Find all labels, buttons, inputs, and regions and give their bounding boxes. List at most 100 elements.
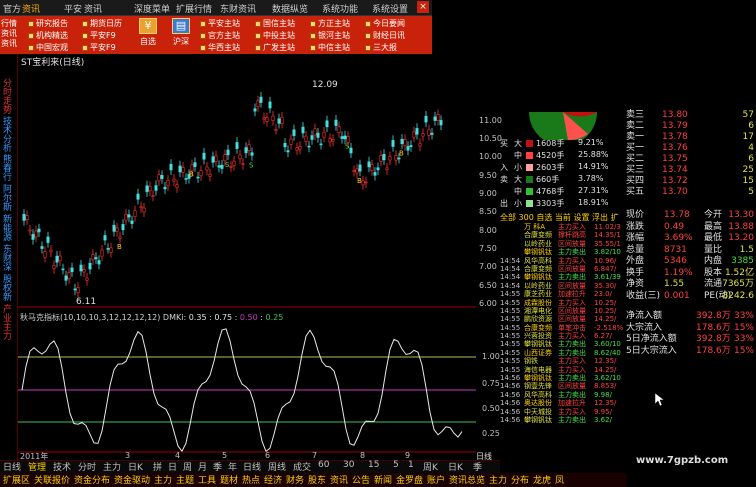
period-tab[interactable]: 1	[408, 460, 414, 470]
toolbar-link[interactable]: 今日要闻	[365, 18, 405, 29]
function-tab[interactable]: 热点	[242, 473, 260, 486]
order-book-row[interactable]: 买二 13.75 6	[626, 154, 756, 165]
function-tab[interactable]: 主力	[154, 473, 172, 486]
function-tab[interactable]: 主力	[489, 473, 507, 486]
ticker-row[interactable]: 14:56 钢壹先锋 区间放量 8.853/	[500, 382, 626, 390]
ticker-row[interactable]: 14:55 海信电器 主力买入 14.25/	[500, 366, 626, 374]
ticker-row[interactable]: 14:56 攀钢钒钛 主力卖出 3.62/	[500, 416, 626, 424]
close-icon[interactable]: ×	[417, 1, 429, 13]
ticker-row[interactable]: 14:54 以岭药业 区间放量 35.30/	[500, 282, 626, 290]
order-book-row[interactable]: 买三 13.74 25	[626, 165, 756, 176]
sidebar-item-intraday[interactable]: 分时走势	[3, 80, 13, 116]
toolbar-link[interactable]: 方正主站	[310, 18, 350, 29]
period-tab[interactable]: 主力	[103, 460, 121, 473]
ticker-row[interactable]: 14:56 风华高科 主力卖出 9.98/	[500, 391, 626, 399]
period-tab[interactable]: 月	[198, 460, 207, 473]
ticker-row[interactable]: 14:55 鹏欣资源 区间放量 14.25/	[500, 315, 626, 323]
function-tab[interactable]: 主题	[176, 473, 194, 486]
period-tab[interactable]: 30	[343, 460, 354, 470]
toolbar-link[interactable]: 平安F9	[82, 42, 116, 53]
ticker-row[interactable]: 14:55 湘潭电化 区间放量 10.25/	[500, 307, 626, 315]
period-tab[interactable]: 周线	[268, 460, 286, 473]
sidebar-item-technical[interactable]: 技术分析	[3, 118, 13, 154]
ticker-row[interactable]: 14:55 攀钢钒钛 主力卖出 3.60/10	[500, 340, 626, 348]
toolbar-link[interactable]: 平安主站	[200, 18, 240, 29]
function-tab[interactable]: 分布	[511, 473, 529, 486]
function-tab[interactable]: 凤	[555, 473, 564, 486]
sidebar-item[interactable]: 产业主力	[3, 306, 13, 342]
period-tab[interactable]: 管理	[28, 460, 46, 473]
ticker-row[interactable]: 攀钢钒钛 主力卖出 3.82/10	[500, 248, 626, 256]
function-tab[interactable]: 账户	[427, 473, 445, 486]
ticker-row[interactable]: 14:55 康芝药业 加速拉升 23.0/	[500, 290, 626, 298]
order-book-row[interactable]: 卖二 13.79 6	[626, 121, 756, 132]
function-tab[interactable]: 扩展区	[3, 473, 30, 486]
menu-ext-quotes[interactable]: 扩展行情	[176, 2, 212, 15]
toolbar-link[interactable]: 研究报告	[28, 18, 68, 29]
ticker-row[interactable]: 14:54 合康变频 区间放量 6.847/	[500, 265, 626, 273]
function-tab[interactable]: 财务	[286, 473, 304, 486]
function-tab[interactable]: 经济	[264, 473, 282, 486]
ticker-row[interactable]: 万 科A 主力买入 11.02/3	[500, 223, 626, 231]
function-tab[interactable]: 题材	[220, 473, 238, 486]
menu-system[interactable]: 系统功能	[322, 2, 358, 15]
ticker-row[interactable]: 14:56 中天城投 主力买入 9.95/	[500, 408, 626, 416]
toolbar-link[interactable]: 机构精选	[28, 30, 68, 41]
function-tab[interactable]: 关联报价	[34, 473, 70, 486]
function-tab[interactable]: 龙虎	[533, 473, 551, 486]
order-book-row[interactable]: 卖三 13.80 57	[626, 110, 756, 121]
filter-tab[interactable]: 扩	[611, 213, 619, 222]
period-tab[interactable]: 日K	[128, 460, 143, 473]
function-tab[interactable]: 股东	[308, 473, 326, 486]
filter-tab[interactable]: 当前	[555, 213, 571, 222]
period-tab[interactable]: 成交	[293, 460, 311, 473]
menu-depth[interactable]: 深度菜单	[134, 2, 170, 15]
period-tab[interactable]: 日线	[243, 460, 261, 473]
period-tab[interactable]: 日线	[3, 460, 21, 473]
function-tab[interactable]: 新闻	[374, 473, 392, 486]
sidebar-item[interactable]: 股权新	[3, 276, 13, 303]
ticker-row[interactable]: 14:54 风华高科 主力买入 10.96/	[500, 257, 626, 265]
toolbar-link[interactable]: 中国宏观	[28, 42, 68, 53]
period-tab[interactable]: 日	[168, 460, 177, 473]
filter-tab[interactable]: 300	[519, 213, 534, 222]
filter-tab[interactable]: 设置	[573, 213, 589, 222]
sidebar-item[interactable]: 东财深	[3, 246, 13, 273]
menu-official[interactable]: 官方	[3, 2, 21, 15]
order-book-row[interactable]: 买一 13.76 4	[626, 143, 756, 154]
ticker-row[interactable]: 14:55 钢铁 主力买入 12.35/	[500, 357, 626, 365]
ticker-row[interactable]: 14:56 攀钢钒钛 主力卖出 3.62/10	[500, 374, 626, 382]
filter-tab[interactable]: 自选	[536, 213, 552, 222]
toolbar-link[interactable]: 广发主站	[255, 42, 295, 53]
menu-pingan-news[interactable]: 资讯	[84, 2, 102, 15]
period-tab[interactable]: 季	[473, 460, 482, 473]
ticker-row[interactable]: 合康变频 撑杆跳高 14.35/1	[500, 231, 626, 239]
menu-settings[interactable]: 系统设置	[372, 2, 408, 15]
ticker-row[interactable]: 以岭药业 区间放量 35.55/1	[500, 240, 626, 248]
period-tab[interactable]: 周	[183, 460, 192, 473]
period-tab[interactable]: 5	[393, 460, 399, 470]
order-book-row[interactable]: 买四 13.72 15	[626, 176, 756, 187]
menu-eastmoney[interactable]: 东财资讯	[220, 2, 256, 15]
function-tab[interactable]: 资讯	[330, 473, 348, 486]
period-tab[interactable]: 拼	[153, 460, 162, 473]
filter-tab[interactable]: 浮出	[592, 213, 608, 222]
period-tab[interactable]: 15	[368, 460, 379, 470]
function-tab[interactable]: 公告	[352, 473, 370, 486]
ticker-row[interactable]: 14:55 山西证券 主力卖出 8.62/40	[500, 349, 626, 357]
toolbar-link[interactable]: 银河主站	[310, 30, 350, 41]
shanghai-shenzhen-button[interactable]: ▤ 沪深	[168, 18, 194, 47]
ticker-row[interactable]: 14:55 合康变频 单笔冲击 -2.518%	[500, 324, 626, 332]
function-tab[interactable]: 资金驱动	[114, 473, 150, 486]
period-tab[interactable]: 60	[318, 460, 329, 470]
toolbar-link[interactable]: 财经日讯	[365, 30, 405, 41]
toolbar-link[interactable]: 平安F9	[82, 30, 116, 41]
favorites-button[interactable]: ¥ 自选	[135, 18, 161, 47]
order-book-row[interactable]: 卖一 13.78 17	[626, 132, 756, 143]
sidebar-item[interactable]: 新能源	[3, 216, 13, 243]
period-tab[interactable]: 日K	[448, 460, 463, 473]
toolbar-link[interactable]: 中投主站	[255, 30, 295, 41]
period-tab[interactable]: 年	[228, 460, 237, 473]
toolbar-link[interactable]: 中信主站	[310, 42, 350, 53]
ticker-row[interactable]: 14:55 成霖股份 主力买入 10.25/	[500, 299, 626, 307]
